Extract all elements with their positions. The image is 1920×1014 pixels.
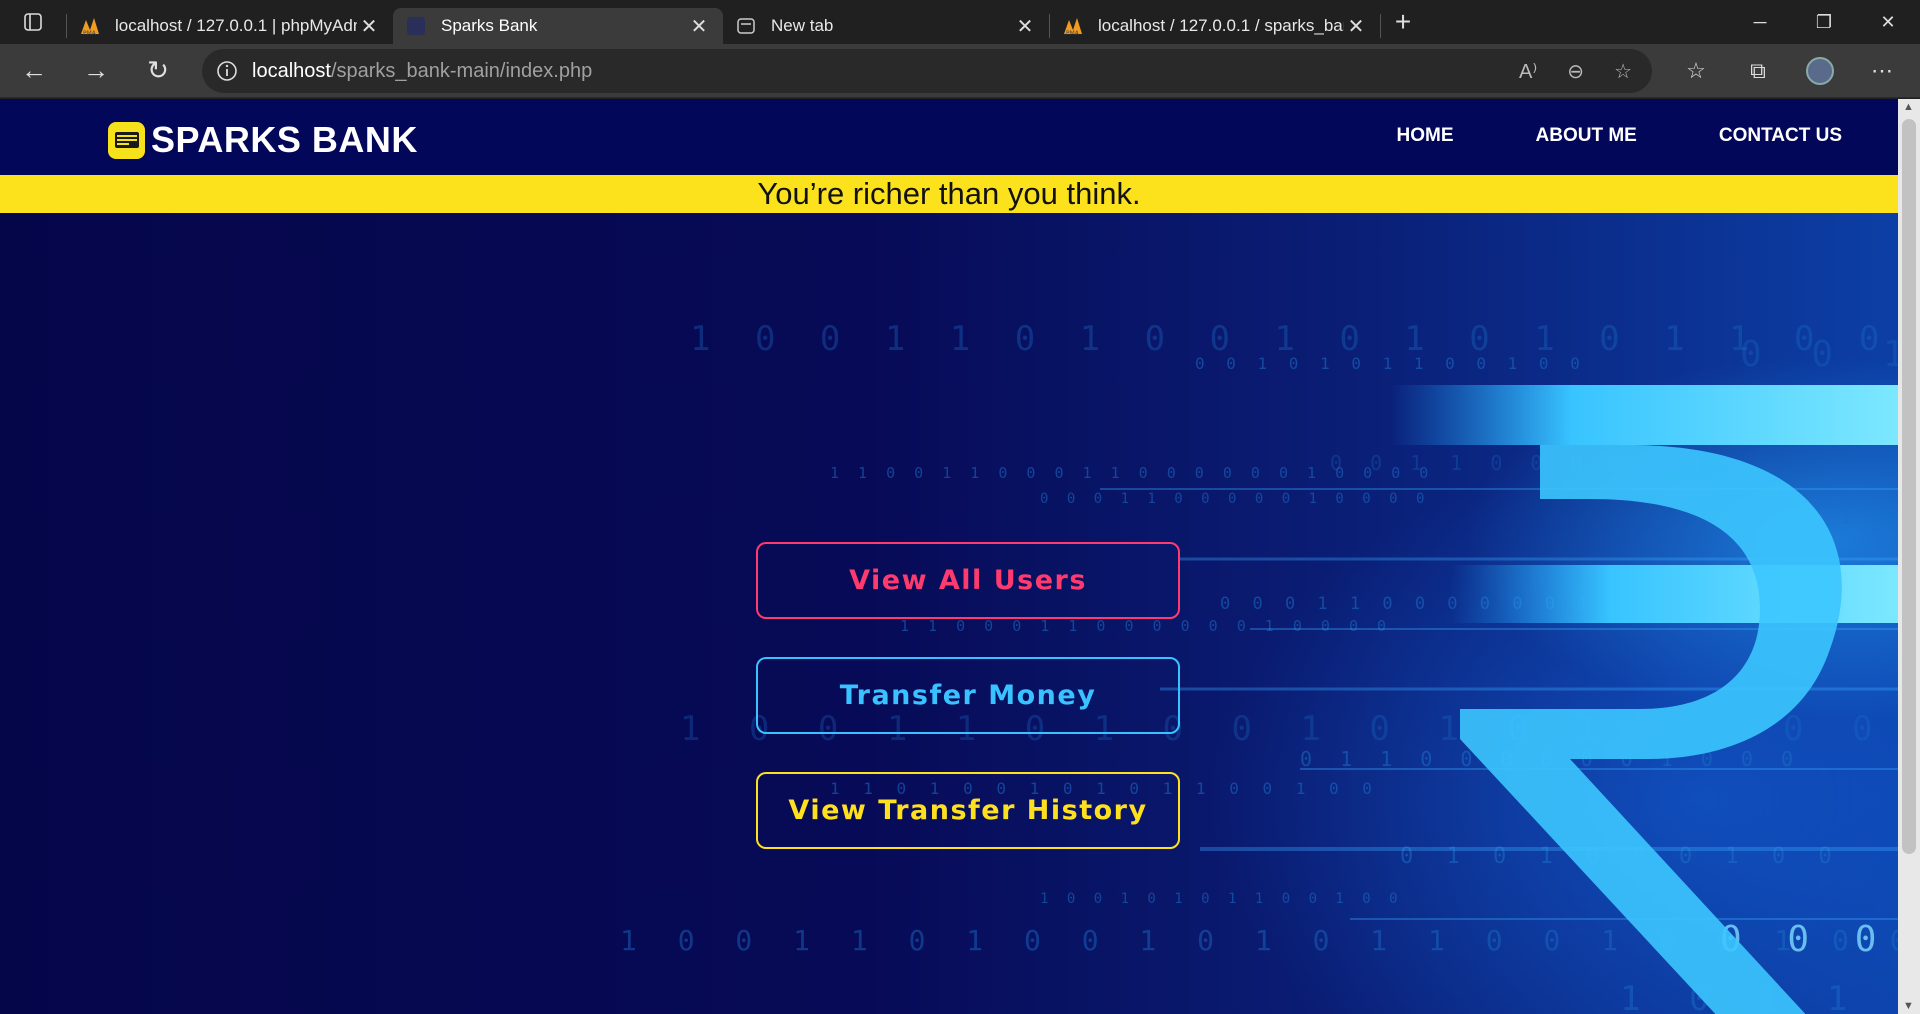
address-bar: ← → ↻ localhost/sparks_bank-main/index.p…	[0, 44, 1920, 98]
nav-contact-us[interactable]: CONTACT US	[1719, 125, 1842, 147]
profile-avatar[interactable]	[1789, 57, 1851, 85]
scroll-down-icon[interactable]: ▼	[1903, 1000, 1914, 1012]
site-info-icon[interactable]	[202, 60, 252, 82]
close-window-icon[interactable]: ✕	[1856, 0, 1920, 44]
restore-icon[interactable]: ❐	[1792, 0, 1856, 44]
back-icon[interactable]: ←	[6, 49, 62, 93]
url-text: localhost/sparks_bank-main/index.php	[252, 59, 593, 82]
favorites-icon[interactable]: ☆	[1665, 58, 1727, 84]
refresh-icon[interactable]: ↻	[130, 49, 186, 93]
nav-home[interactable]: HOME	[1397, 125, 1454, 147]
url-icons: A⁾ ⊖ ☆	[1519, 49, 1632, 93]
binary-decoration: 0 0 1	[1740, 334, 1898, 375]
tagline-banner: You’re richer than you think.	[0, 175, 1898, 213]
transfer-money-button[interactable]: Transfer Money	[756, 657, 1180, 734]
site-navbar: SPARKS BANK HOME ABOUT ME CONTACT US	[0, 99, 1898, 175]
nav-about-me[interactable]: ABOUT ME	[1536, 125, 1637, 147]
tab-bar: PMA localhost / 127.0.0.1 | phpMyAdmin ✕…	[0, 0, 1920, 44]
binary-decoration: 0 0 1 0 1 0 1 1 0 0 1 0 0	[1195, 354, 1586, 373]
close-tab-icon[interactable]: ✕	[1013, 14, 1037, 38]
site-logo[interactable]: SPARKS BANK	[108, 119, 418, 161]
url-field[interactable]: localhost/sparks_bank-main/index.php A⁾ …	[202, 49, 1652, 93]
svg-text:PMA: PMA	[1066, 30, 1080, 36]
tab-sparks-db[interactable]: PMA localhost / 127.0.0.1 / sparks_bank …	[1050, 8, 1380, 44]
close-tab-icon[interactable]: ✕	[1344, 14, 1368, 38]
forward-icon[interactable]: →	[68, 49, 124, 93]
workspaces-icon[interactable]	[0, 0, 66, 44]
logo-text: SPARKS BANK	[151, 119, 418, 160]
zoom-out-icon[interactable]: ⊖	[1567, 59, 1584, 84]
page-content: 1 0 0 1 1 0 1 0 0 1 0 1 0 1 0 1 1 0 0 1 …	[0, 99, 1898, 1014]
binary-decoration: 1 0 0 1 1 0 1 0 0 1 0 1 0 1 0 1 1 0 0 1 …	[690, 319, 1898, 359]
minimize-icon[interactable]: ─	[1728, 0, 1792, 44]
page-scrollbar[interactable]: ▲ ▼	[1898, 99, 1920, 1014]
view-transfer-history-button[interactable]: View Transfer History	[756, 772, 1180, 849]
scrollbar-thumb[interactable]	[1902, 119, 1916, 854]
view-all-users-button[interactable]: View All Users	[756, 542, 1180, 619]
collections-icon[interactable]: ⧉	[1727, 58, 1789, 84]
close-tab-icon[interactable]: ✕	[687, 14, 711, 38]
tab-phpmyadmin[interactable]: PMA localhost / 127.0.0.1 | phpMyAdmin ✕	[67, 8, 393, 44]
newtab-icon	[735, 15, 757, 37]
new-tab-icon[interactable]: +	[1381, 0, 1425, 44]
more-icon[interactable]: ⋯	[1851, 58, 1913, 84]
read-aloud-icon[interactable]: A⁾	[1519, 59, 1537, 84]
main-menu: HOME ABOUT ME CONTACT US	[1397, 125, 1842, 147]
tab-new-tab[interactable]: New tab ✕	[723, 8, 1049, 44]
phpmyadmin-icon: PMA	[1062, 15, 1084, 37]
add-favorite-icon[interactable]: ☆	[1614, 59, 1632, 84]
page-icon	[405, 15, 427, 37]
close-tab-icon[interactable]: ✕	[357, 14, 381, 38]
tab-sparks-bank[interactable]: Sparks Bank ✕	[393, 8, 723, 44]
bank-card-icon	[108, 121, 145, 159]
phpmyadmin-icon: PMA	[79, 15, 101, 37]
rupee-icon	[1390, 385, 1898, 1014]
svg-text:PMA: PMA	[83, 30, 97, 36]
scroll-up-icon[interactable]: ▲	[1903, 101, 1914, 113]
window-controls: ─ ❐ ✕	[1728, 0, 1920, 44]
toolbar-buttons: ☆ ⧉ ⋯	[1665, 44, 1913, 98]
